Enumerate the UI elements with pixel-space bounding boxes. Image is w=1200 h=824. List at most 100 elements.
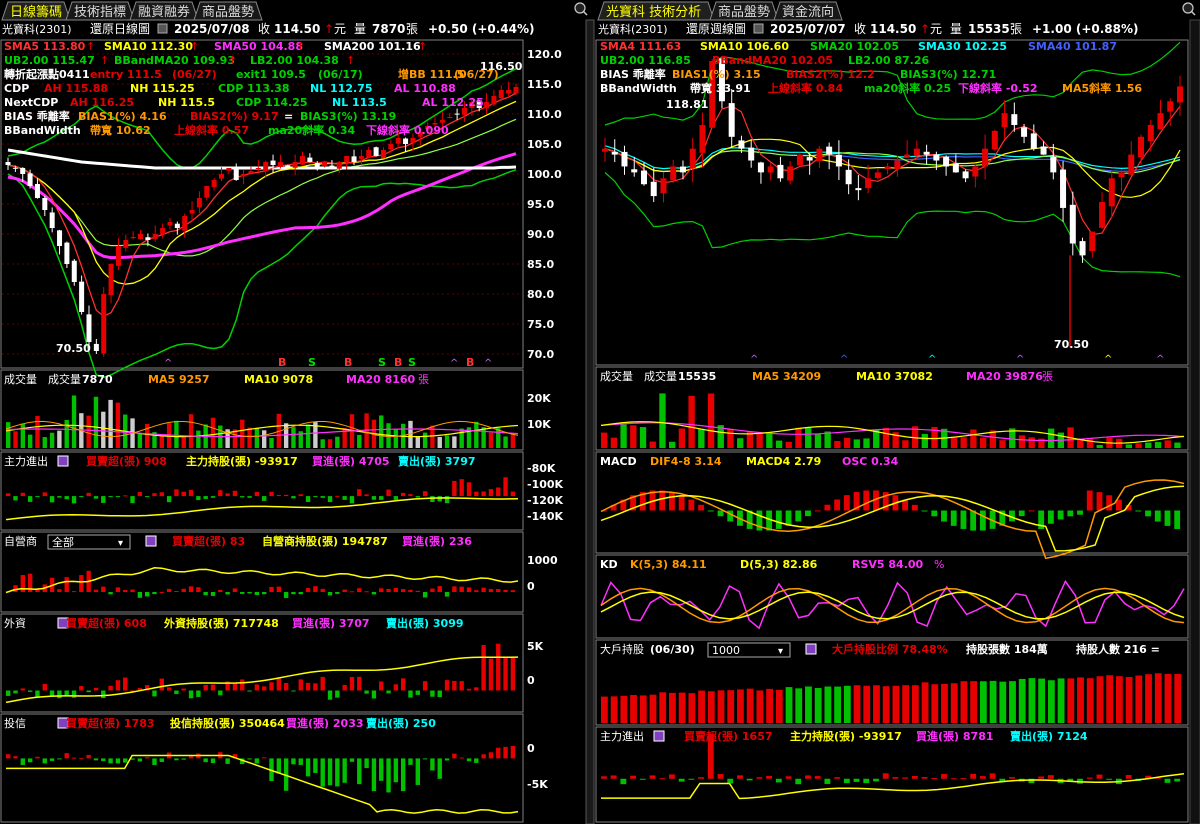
right-tab-1[interactable]: 商品盤勢 (709, 1, 779, 21)
holder-ratio-bar (688, 693, 696, 723)
right-volume-bar (1086, 437, 1094, 448)
candle-body (351, 156, 357, 162)
candle-body (403, 138, 409, 144)
splitter[interactable] (585, 19, 595, 824)
mf-bar (130, 496, 135, 504)
foreign-bar (49, 690, 55, 696)
foreign-bar (123, 677, 128, 691)
holder-ratio-bar (1125, 676, 1133, 723)
left-legend-entry-4: (06/17) (318, 68, 363, 81)
candle-body (123, 240, 129, 248)
mf-bar (496, 487, 501, 497)
foreign-bar (101, 690, 106, 699)
left-legend-entry-2: (06/27) (172, 68, 217, 81)
dealer-bar (357, 588, 362, 592)
left-foreign-title: 外資 (4, 617, 26, 630)
macd-osc-bar (1174, 510, 1181, 529)
mf-bar (459, 479, 464, 497)
dealer-bar (130, 589, 135, 592)
volume-bar (210, 417, 216, 448)
foreign-bar (188, 690, 194, 699)
left-tab-2[interactable]: 融資融券 (129, 1, 199, 21)
right-signal-caret: ^ (1016, 354, 1024, 365)
holder-ratio-bar (863, 685, 871, 723)
price-tick-label: 75.0 (527, 318, 554, 331)
dealer-bar (218, 589, 223, 592)
dealer-bar (181, 588, 186, 592)
trust-axis-label: 0 (527, 742, 535, 755)
left-tab-label: 日線籌碼 (10, 4, 62, 20)
right-mf-bar (688, 778, 695, 780)
right-info-close-label: 收 (854, 22, 866, 36)
foreign-bar (57, 690, 62, 699)
holder-ratio-bar (698, 690, 705, 723)
trust-bar (71, 757, 77, 759)
left-legend-bbw-2: 上線斜率 0.57 (174, 123, 249, 137)
right-volume-bar (727, 428, 734, 448)
right-mf-bar (843, 778, 850, 784)
right-mf-menu-icon[interactable] (653, 730, 665, 742)
vol-axis-label: 20K (527, 392, 551, 405)
macd-osc-bar (1028, 510, 1035, 512)
left-legend-bias-4: BIAS3(%) 13.19 (300, 110, 396, 123)
right-volume-bar (1028, 437, 1035, 448)
holders-menu-icon[interactable] (805, 643, 817, 655)
right-info-mode-icon (753, 23, 764, 34)
candle-body (285, 165, 291, 168)
macd-osc-bar (1077, 510, 1083, 515)
macd-osc-bar (1096, 492, 1103, 511)
right-legend-bbw-4: 下線斜率 -0.52 (958, 81, 1038, 95)
weekly-candle-body (1050, 156, 1057, 173)
right-info-stock: 光寶科(2301) (598, 22, 668, 36)
right-tab-0[interactable]: 光寶科 技術分析 (597, 1, 715, 21)
mf-bar (108, 496, 113, 498)
kd-pct: % (934, 558, 944, 571)
trust-bar (349, 758, 355, 762)
foreign-bar (379, 681, 384, 691)
weekly-candle-body (943, 156, 950, 167)
right-volume-bar (1164, 440, 1171, 448)
holder-ratio-bar (1115, 676, 1123, 723)
dealer-menu-icon[interactable] (145, 535, 157, 547)
mf-bar (196, 496, 201, 501)
foreign-bar (108, 685, 113, 691)
weekly-candle-body (962, 171, 969, 179)
left-tab-0[interactable]: 日線籌碼 (1, 1, 71, 21)
volume-bar (93, 396, 99, 448)
right-legend-sma-3: SMA30 102.25 (918, 40, 1007, 53)
candle-body (292, 162, 298, 168)
trust-bar (93, 758, 99, 761)
right-volume-bar (775, 440, 783, 448)
candle-body (307, 157, 313, 162)
right-scrollbar[interactable] (1189, 19, 1200, 824)
right-legend-bb-1: BBandMA20 102.05 (712, 54, 833, 67)
holder-ratio-bar (1047, 680, 1055, 723)
volume-bar (262, 430, 267, 448)
right-volume-bar (1154, 442, 1162, 448)
signal-caret: ^ (450, 358, 458, 369)
candle-body (380, 150, 386, 159)
right-low-label: 70.50 (1054, 338, 1089, 351)
holder-ratio-bar (834, 686, 842, 723)
left-vol-ma10: MA10 9078 (244, 373, 313, 386)
left-vol-value: 7870 (82, 373, 113, 386)
candle-body (27, 173, 33, 186)
left-mf-menu-icon[interactable] (57, 455, 69, 467)
left-tab-3[interactable]: 商品盤勢 (193, 1, 263, 21)
right-mf-bar (873, 778, 879, 782)
volume-bar (64, 419, 69, 448)
weekly-candle-body (1099, 202, 1106, 228)
right-tab-2[interactable]: 資金流向 (773, 1, 843, 21)
right-volume-bar (678, 428, 686, 448)
volume-bar (459, 428, 464, 448)
left-trust-sell: 賣出(張) 250 (365, 716, 436, 730)
price-tick-label: 80.0 (527, 288, 554, 301)
left-legend-cdp-3: CDP 113.38 (218, 82, 290, 95)
trust-bar (13, 756, 18, 759)
mf-bar (415, 496, 420, 498)
candle-body (388, 144, 394, 150)
mf-bar (481, 491, 486, 497)
holder-ratio-bar (639, 695, 647, 723)
trust-bar (298, 758, 303, 765)
left-tab-1[interactable]: 技術指標 (65, 1, 135, 21)
